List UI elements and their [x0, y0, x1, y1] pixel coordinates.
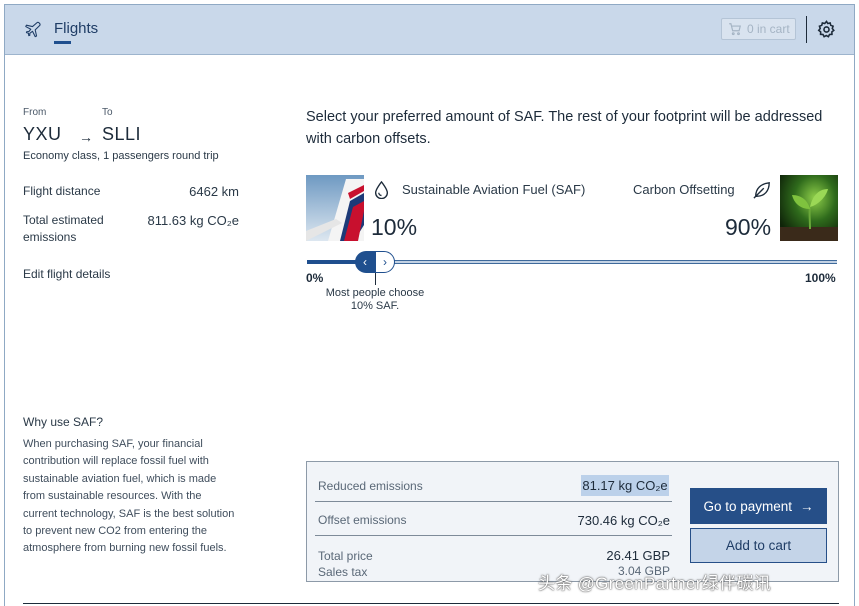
offset-percent: 90% [725, 214, 772, 240]
decrease-chevron-icon[interactable]: ‹ [355, 251, 375, 273]
why-saf-title: Why use SAF? [23, 415, 104, 429]
gear-icon[interactable] [817, 20, 836, 39]
seedling-image [780, 175, 838, 241]
summary-divider [315, 535, 672, 536]
saf-label: Sustainable Aviation Fuel (SAF) [402, 182, 586, 197]
total-price-label: Total price [318, 549, 373, 563]
slider-max-label: 100% [805, 271, 836, 285]
add-to-cart-button[interactable]: Add to cart [690, 528, 827, 563]
arrow-right-icon: → [79, 129, 93, 145]
slider-min-label: 0% [306, 271, 324, 285]
watermark: 头条 @GreenPartner绿伴碳讯 [538, 574, 771, 593]
go-to-payment-label: Go to payment [703, 498, 793, 514]
reduced-emissions-label: Reduced emissions [318, 479, 423, 493]
offset-emissions-value: 730.46 kg CO₂e [577, 513, 671, 528]
fuel-drop-icon [374, 181, 389, 199]
cart-count: 0 in cart [747, 22, 790, 36]
header-divider [806, 16, 807, 43]
footer-divider [23, 603, 839, 604]
saf-slider-handle[interactable]: ‹ › [355, 251, 395, 273]
offset-label: Carbon Offsetting [633, 182, 735, 197]
sales-tax-label: Sales tax [318, 565, 368, 579]
distance-value: 6462 km [189, 184, 239, 199]
from-label: From [23, 107, 47, 118]
emissions-label-1: Total estimated [23, 213, 104, 227]
arrow-right-icon: → [800, 498, 814, 514]
saf-percent: 10% [371, 214, 418, 240]
total-price-value: 26.41 GBP [606, 548, 670, 563]
emissions-value: 811.63 kg CO₂e [147, 213, 239, 228]
destination-code: SLLI [102, 124, 142, 144]
airplane-tail-image [306, 175, 364, 241]
cart-icon [729, 23, 741, 36]
recommended-marker [375, 273, 376, 285]
app-frame: Flights 0 in cart From To YXU → SLLI Eco… [4, 4, 855, 606]
cart-button[interactable]: 0 in cart [721, 18, 796, 40]
hint-line-1: Most people choose [325, 287, 425, 299]
recommendation-hint: Most people choose 10% SAF. [315, 287, 435, 313]
go-to-payment-button[interactable]: Go to payment → [690, 488, 827, 524]
why-saf-body: When purchasing SAF, your financial cont… [23, 438, 235, 555]
tab-flights[interactable]: Flights [54, 20, 98, 37]
leaf-icon [753, 182, 770, 199]
edit-flight-link[interactable]: Edit flight details [23, 267, 110, 281]
saf-intro-text: Select your preferred amount of SAF. The… [306, 109, 823, 147]
to-label: To [102, 107, 113, 118]
summary-divider [315, 501, 672, 502]
airplane-icon [25, 21, 41, 38]
increase-chevron-icon[interactable]: › [375, 251, 395, 273]
origin-code: YXU [23, 124, 62, 144]
distance-label: Flight distance [23, 184, 101, 198]
hint-line-2: 10% SAF. [350, 300, 400, 312]
offset-emissions-label: Offset emissions [318, 513, 407, 527]
top-bar: Flights 0 in cart [5, 5, 854, 55]
reduced-emissions-value: 81.17 kg CO₂e [581, 475, 669, 496]
cabin-info: Economy class, 1 passengers round trip [23, 150, 219, 162]
emissions-label-2: emissions [23, 230, 77, 244]
active-tab-indicator [54, 41, 71, 44]
